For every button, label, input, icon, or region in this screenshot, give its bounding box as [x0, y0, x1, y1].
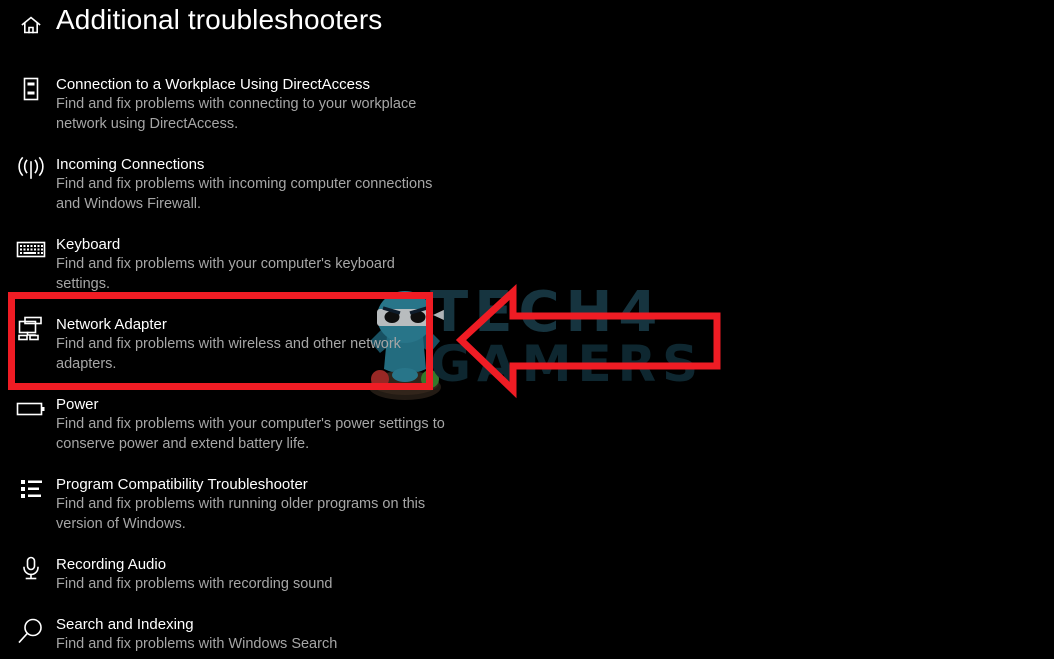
list-item-description: Find and fix problems with recording sou… [56, 576, 333, 592]
page-title: Additional troubleshooters [56, 4, 383, 35]
settings-window: TECH4 GAMERS Find and fix problems with … [0, 0, 1054, 659]
list-item-body: Recording Audio Find and fix problems wi… [56, 555, 456, 594]
list-item-title: Recording Audio [56, 556, 167, 573]
list-item-description: Find and fix problems with connecting to… [56, 96, 417, 132]
microphone-icon [14, 555, 48, 583]
list-item-body: Search and Indexing Find and fix problem… [56, 615, 456, 654]
list-item-title: Search and Indexing [56, 616, 194, 633]
list-item-title: Incoming Connections [56, 156, 205, 173]
list-item-description: Find and fix problems with wireless and … [56, 336, 401, 372]
list-item-body: Program Compatibility Troubleshooter Fin… [56, 475, 456, 534]
list-item-title: Keyboard [56, 236, 121, 253]
battery-icon [14, 395, 48, 423]
magnifier-icon [14, 617, 48, 645]
network-adapter-icon [14, 315, 48, 343]
list-item-title: Connection to a Workplace Using DirectAc… [56, 76, 371, 93]
keyboard-icon [14, 235, 48, 263]
list-item-description: Find and fix problems with incoming comp… [56, 176, 433, 212]
list-item-description: Find and fix problems with Windows Searc… [56, 636, 338, 652]
home-icon[interactable] [18, 12, 44, 38]
list-item-body: Network Adapter Find and fix problems wi… [56, 315, 456, 374]
list-item-body: Incoming Connections Find and fix proble… [56, 155, 456, 214]
list-item-description: Find and fix problems with running older… [56, 496, 426, 532]
list-bullets-icon [14, 475, 48, 503]
antenna-signal-icon [14, 155, 48, 183]
list-item-title: Power [56, 396, 99, 413]
list-item-title: Program Compatibility Troubleshooter [56, 476, 308, 493]
workplace-device-icon [14, 75, 48, 103]
list-item-description: Find and fix problems with your computer… [56, 256, 395, 292]
troubleshooter-list: Connection to a Workplace Using DirectAc… [0, 0, 1054, 659]
list-item-body: Connection to a Workplace Using DirectAc… [56, 75, 456, 134]
list-item-description: Find and fix problems with your computer… [56, 416, 445, 452]
list-item-body: Power Find and fix problems with your co… [56, 395, 456, 454]
list-item-title: Network Adapter [56, 316, 167, 333]
page-header: Additional troubleshooters [0, 0, 1054, 46]
list-item-body: Keyboard Find and fix problems with your… [56, 235, 456, 294]
